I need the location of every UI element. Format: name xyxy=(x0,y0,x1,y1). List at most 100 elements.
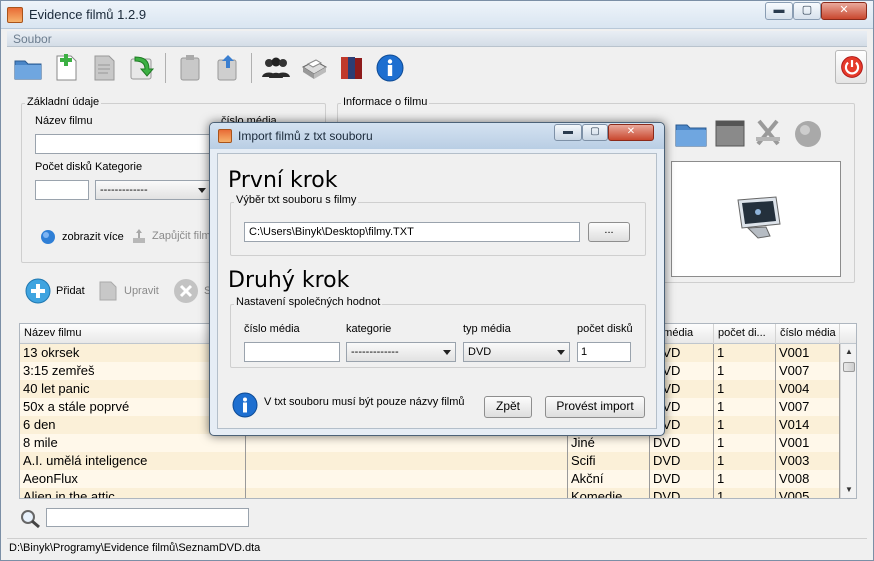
table-cell xyxy=(246,452,568,470)
table-cell: 1 xyxy=(714,452,776,470)
disk-count-input[interactable] xyxy=(35,180,89,200)
toolbar xyxy=(7,49,867,89)
table-row[interactable]: AeonFlux Akční DVD 1 V008 xyxy=(20,470,840,488)
clipboard-icon xyxy=(180,55,200,81)
edit-button[interactable]: Upravit xyxy=(97,280,159,302)
import-button[interactable] xyxy=(125,51,159,85)
vertical-scrollbar[interactable]: ▲ ▼ xyxy=(840,344,856,498)
new-document-icon xyxy=(56,54,77,81)
lend-film-link[interactable]: Zapůjčit film xyxy=(131,228,211,244)
toolbar-separator xyxy=(165,53,166,83)
new-document-button[interactable] xyxy=(49,51,83,85)
export-icon xyxy=(217,55,237,81)
table-cell: Scifi xyxy=(568,452,650,470)
scroll-down-icon[interactable]: ▼ xyxy=(844,486,854,494)
table-cell: DVD xyxy=(650,452,714,470)
table-cell: Komedie xyxy=(568,488,650,498)
category-label: Kategorie xyxy=(95,161,143,173)
print-button[interactable] xyxy=(297,51,331,85)
column-header-media-number[interactable]: číslo média xyxy=(776,324,840,344)
edit-document-button[interactable] xyxy=(87,51,121,85)
minimize-button[interactable]: ▬ xyxy=(765,2,793,20)
scrollbar-thumb[interactable] xyxy=(843,362,855,372)
file-path-input[interactable]: C:\Users\Binyk\Desktop\filmy.TXT xyxy=(244,222,580,242)
folder-icon[interactable] xyxy=(675,119,707,147)
menu-bar: Soubor xyxy=(7,31,867,47)
disc-icon[interactable] xyxy=(793,119,823,149)
show-more-label: zobrazit více xyxy=(62,231,124,243)
table-row[interactable]: Alien in the attic Komedie DVD 1 V005 xyxy=(20,488,840,498)
media-number-input[interactable] xyxy=(244,342,340,362)
add-button[interactable]: Přidat xyxy=(25,278,85,304)
plus-icon xyxy=(25,278,51,304)
delete-icon xyxy=(174,279,198,303)
table-cell: DVD xyxy=(650,434,714,452)
table-cell: V001 xyxy=(776,344,840,362)
table-cell: V004 xyxy=(776,380,840,398)
media-type-select[interactable]: DVD xyxy=(463,342,570,362)
category-select[interactable]: ------------- xyxy=(95,180,211,200)
menu-soubor[interactable]: Soubor xyxy=(13,32,52,46)
users-button[interactable] xyxy=(259,51,293,85)
exit-button[interactable] xyxy=(835,50,867,84)
media-number-label: číslo média xyxy=(244,323,300,335)
run-import-button[interactable]: Provést import xyxy=(545,396,645,418)
table-cell xyxy=(246,434,568,452)
dialog-maximize-button[interactable]: ▢ xyxy=(582,124,608,141)
dialog-close-button[interactable]: ✕ xyxy=(608,124,654,141)
table-cell: 1 xyxy=(714,398,776,416)
dialog-minimize-button[interactable]: ▬ xyxy=(554,124,582,141)
column-header-disk-count[interactable]: počet di... xyxy=(714,324,776,344)
step-two-heading: Druhý krok xyxy=(228,268,350,293)
movie-name-input[interactable] xyxy=(35,134,211,154)
import-arrow-icon xyxy=(130,56,155,80)
status-bar-path: D:\Binyk\Programy\Evidence filmů\SeznamD… xyxy=(7,538,867,556)
chevron-down-icon xyxy=(557,350,565,355)
table-cell: 1 xyxy=(714,470,776,488)
category-select-value: ------------- xyxy=(100,184,148,196)
open-folder-button[interactable] xyxy=(11,51,45,85)
common-values-title: Nastavení společných hodnot xyxy=(234,296,383,308)
lend-icon xyxy=(133,229,145,243)
table-cell: 1 xyxy=(714,434,776,452)
window-title: Evidence filmů 1.2.9 xyxy=(29,7,147,22)
export-button[interactable] xyxy=(211,51,245,85)
title-bar: Evidence filmů 1.2.9 ▬ ▢ ✕ xyxy=(1,1,873,29)
table-cell: DVD xyxy=(650,488,714,498)
search-icon xyxy=(19,509,41,529)
film-cover-preview xyxy=(671,161,841,277)
chevron-down-icon xyxy=(198,188,206,193)
window-icon[interactable] xyxy=(715,119,745,147)
browse-button[interactable]: ... xyxy=(588,222,630,242)
back-button[interactable]: Zpět xyxy=(484,396,532,418)
table-cell: Alien in the attic xyxy=(20,488,246,498)
file-selection-title: Výběr txt souboru s filmy xyxy=(234,194,359,206)
search-input[interactable] xyxy=(46,508,249,527)
edit-label: Upravit xyxy=(124,285,159,297)
close-button[interactable]: ✕ xyxy=(821,2,867,20)
table-cell: 1 xyxy=(714,416,776,434)
media-type-label: typ média xyxy=(463,323,511,335)
java-app-icon xyxy=(218,129,232,143)
printer-icon xyxy=(301,59,328,79)
books-button[interactable] xyxy=(335,51,369,85)
show-more-link[interactable]: zobrazit více xyxy=(39,228,124,246)
toolbar-separator xyxy=(251,53,252,83)
chevron-down-icon xyxy=(443,350,451,355)
books-icon xyxy=(341,57,362,79)
dialog-body: První krok Výběr txt souboru s filmy C:\… xyxy=(217,153,657,429)
clipboard-button[interactable] xyxy=(173,51,207,85)
table-row[interactable]: A.I. umělá inteligence Scifi DVD 1 V003 xyxy=(20,452,840,470)
scroll-up-icon[interactable]: ▲ xyxy=(844,348,854,356)
table-row[interactable]: 8 mile Jiné DVD 1 V001 xyxy=(20,434,840,452)
category-select-value: ------------- xyxy=(351,346,399,358)
edit-icon xyxy=(99,281,117,301)
about-button[interactable] xyxy=(373,51,407,85)
maximize-button[interactable]: ▢ xyxy=(793,2,821,20)
table-cell: 1 xyxy=(714,362,776,380)
category-select[interactable]: ------------- xyxy=(346,342,456,362)
tools-icon[interactable] xyxy=(753,117,783,147)
delete-button[interactable]: S xyxy=(173,278,211,304)
table-cell: Jiné xyxy=(568,434,650,452)
disk-count-input[interactable]: 1 xyxy=(577,342,631,362)
